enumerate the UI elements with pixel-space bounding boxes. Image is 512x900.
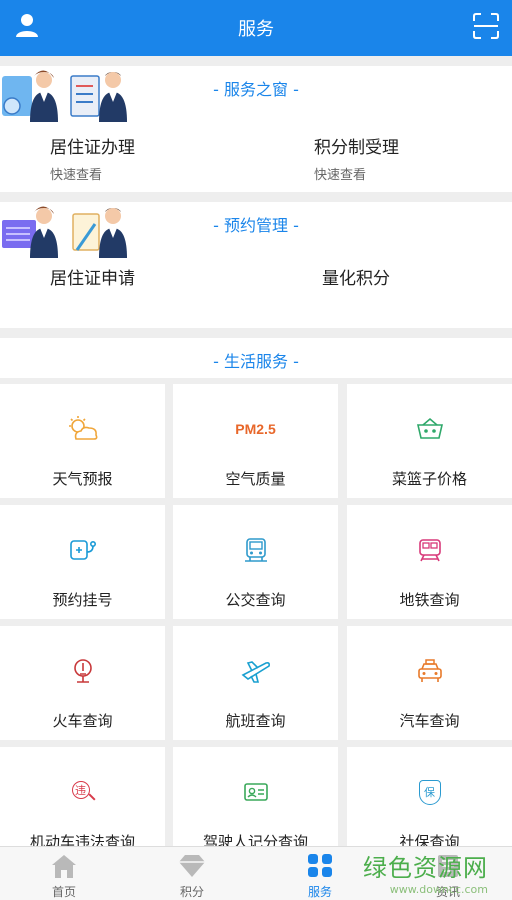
section-title: - 服务之窗 -	[213, 80, 299, 99]
train-icon	[66, 654, 100, 688]
grid-item-label: 汽车查询	[399, 712, 460, 730]
life-services-header: - 生活服务 -	[0, 338, 512, 378]
grid-item-label: 空气质量	[225, 470, 286, 488]
residence-permit-apply-card[interactable]: 居住证申请	[50, 262, 250, 290]
grid-item-label: 社保查询	[399, 833, 460, 847]
watermark-url: www.downcc.com	[389, 883, 488, 896]
watermark: 绿色资源网 www.downcc.com	[363, 848, 488, 896]
grid-item-bus[interactable]: 公交查询	[173, 505, 338, 619]
home-icon	[52, 855, 76, 878]
service-name: 量化积分	[322, 268, 390, 289]
grid-item-basket-price[interactable]: 菜篮子价格	[347, 384, 512, 498]
quantified-points-card[interactable]: 量化积分	[322, 262, 482, 290]
weather-icon	[66, 412, 100, 446]
tab-home[interactable]: 首页	[0, 847, 128, 900]
tab-label: 首页	[51, 885, 76, 899]
service-sub: 快速查看	[314, 168, 367, 183]
top-bar: 服务	[0, 0, 512, 56]
grid-item-air-quality[interactable]: PM2.5 空气质量	[173, 384, 338, 498]
section-title: - 生活服务 -	[213, 352, 299, 371]
tab-label: 积分	[179, 885, 204, 899]
service-sub: 快速查看	[50, 168, 103, 183]
license-icon	[239, 775, 273, 809]
bus-icon	[239, 533, 273, 567]
grid-item-social-insurance[interactable]: 保 社保查询	[347, 747, 512, 847]
grid-item-flight[interactable]: 航班查询	[173, 626, 338, 740]
insurance-char: 保	[424, 786, 435, 799]
watermark-title: 绿色资源网	[363, 854, 488, 882]
grid-item-label: 火车查询	[52, 712, 113, 730]
grid-item-label: 驾驶人记分查询	[202, 833, 308, 847]
grid-item-label: 预约挂号	[52, 591, 113, 609]
grid-item-label: 菜篮子价格	[391, 470, 467, 488]
grid-item-label: 航班查询	[225, 712, 286, 730]
points-system-acceptance-card[interactable]: 积分制受理 快速查看	[314, 128, 494, 188]
plane-icon	[239, 654, 273, 688]
grid-item-weather[interactable]: 天气预报	[0, 384, 165, 498]
service-name: 积分制受理	[314, 138, 399, 158]
grid-item-vehicle-violation[interactable]: 违 机动车违法查询	[0, 747, 165, 847]
stethoscope-icon	[66, 533, 100, 567]
grid-icon	[308, 854, 332, 877]
grid-item-registration[interactable]: 预约挂号	[0, 505, 165, 619]
pm25-icon: PM2.5	[226, 412, 286, 446]
service-name: 居住证申请	[50, 268, 135, 289]
grid-item-train[interactable]: 火车查询	[0, 626, 165, 740]
scan-icon[interactable]	[472, 12, 500, 40]
pm25-text: PM2.5	[235, 421, 276, 437]
section-title: - 预约管理 -	[213, 216, 299, 235]
grid-item-subway[interactable]: 地铁查询	[347, 505, 512, 619]
violation-icon: 违	[66, 775, 100, 809]
grid-item-label: 机动车违法查询	[29, 833, 135, 847]
grid-item-driver-points[interactable]: 驾驶人记分查询	[173, 747, 338, 847]
appointment-section: - 预约管理 - 居住证申请 量化积分	[0, 202, 512, 328]
grid-item-label: 公交查询	[225, 591, 286, 609]
violation-char: 违	[75, 784, 86, 797]
tab-label: 服务	[307, 885, 332, 899]
grid-item-car[interactable]: 汽车查询	[347, 626, 512, 740]
insurance-icon: 保	[413, 775, 447, 809]
residence-permit-handling-card[interactable]: 居住证办理 快速查看	[50, 128, 250, 188]
user-icon[interactable]	[14, 12, 40, 38]
page-title: 服务	[238, 19, 274, 40]
diamond-icon	[179, 855, 205, 877]
service-window-section: - 服务之窗 - 居住证办理 快速查看 积分制受理 快速查看	[0, 66, 512, 192]
grid-item-label: 天气预报	[52, 470, 113, 488]
tab-points[interactable]: 积分	[128, 847, 256, 900]
service-name: 居住证办理	[50, 138, 135, 158]
basket-icon	[413, 412, 447, 446]
subway-icon	[413, 533, 447, 567]
taxi-icon	[413, 654, 447, 688]
grid-item-label: 地铁查询	[399, 591, 460, 609]
